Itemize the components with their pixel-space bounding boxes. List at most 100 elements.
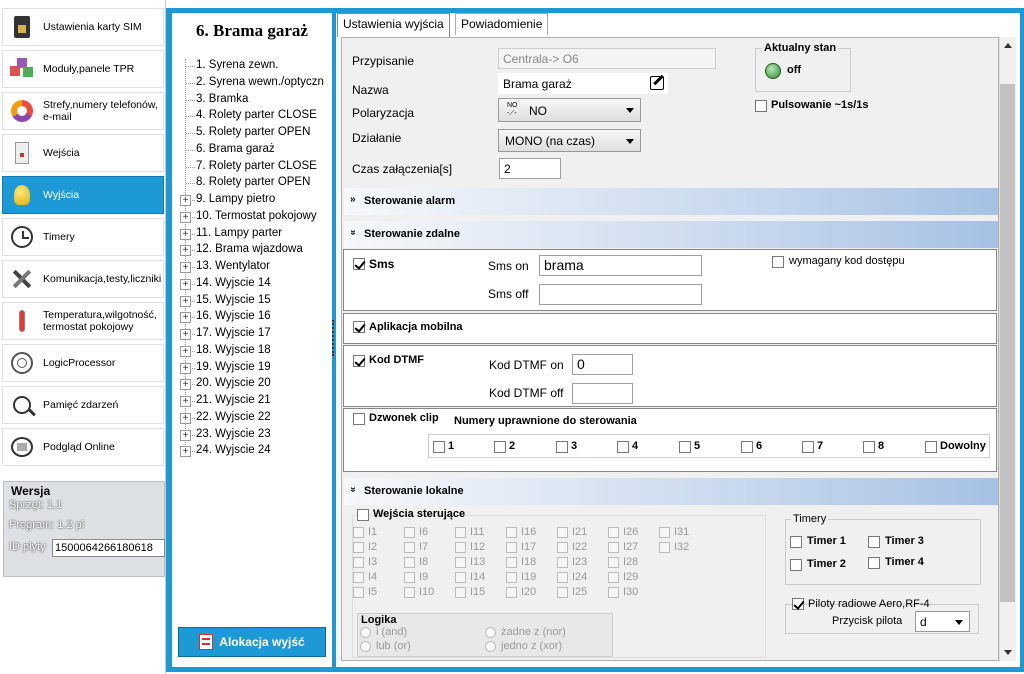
- access-code-checkbox[interactable]: [772, 256, 784, 268]
- nav-item[interactable]: Wejścia: [2, 134, 164, 172]
- nav-item[interactable]: Komunikacja,testy,liczniki: [2, 260, 164, 298]
- tree-item[interactable]: 18. Wyjscie 18: [196, 344, 271, 356]
- scroll-up-icon[interactable]: [1004, 43, 1012, 48]
- expand-icon[interactable]: +: [180, 312, 191, 324]
- tree-item[interactable]: 16. Wyjscie 16: [196, 310, 271, 322]
- expand-icon[interactable]: +: [180, 329, 191, 340]
- nav-item[interactable]: Pamięć zdarzeń: [2, 386, 164, 424]
- splitter-handle[interactable]: [332, 320, 335, 356]
- number-checkbox[interactable]: [863, 441, 875, 453]
- tree-item[interactable]: 14. Wyjscie 14: [196, 277, 271, 289]
- number-checkbox[interactable]: [494, 441, 506, 453]
- board-id-field[interactable]: [52, 539, 165, 557]
- tree-item[interactable]: 6. Brama garaż: [196, 143, 275, 155]
- zones-icon: [9, 98, 35, 124]
- expand-icon[interactable]: +: [180, 278, 191, 290]
- tree-item[interactable]: 20. Wyjscie 20: [196, 377, 271, 389]
- tree-item[interactable]: 21. Wyjscie 21: [196, 394, 271, 406]
- control-input-checkbox: [404, 587, 415, 598]
- local-section-header[interactable]: » Sterowanie lokalne: [344, 478, 998, 505]
- tree-item[interactable]: 15. Wyjscie 15: [196, 294, 271, 306]
- nav-item[interactable]: Moduły,panele TPR: [2, 50, 164, 88]
- expand-icon[interactable]: +: [180, 195, 191, 206]
- nav-item[interactable]: Timery: [2, 218, 164, 256]
- number-checkbox[interactable]: [679, 441, 691, 453]
- time-field[interactable]: 2: [499, 158, 561, 179]
- number-checkbox[interactable]: [925, 441, 937, 453]
- dtmf-on-field[interactable]: 0: [572, 354, 633, 375]
- control-inputs-checkbox[interactable]: [357, 509, 369, 521]
- number-checkbox[interactable]: [802, 441, 814, 453]
- edit-name-icon[interactable]: [650, 74, 664, 90]
- tree-item[interactable]: 13. Wentylator: [196, 260, 270, 272]
- tree-item[interactable]: 17. Wyjscie 17: [196, 327, 271, 339]
- nav-item[interactable]: Wyjścia: [2, 176, 164, 214]
- tree-item[interactable]: 4. Rolety parter CLOSE: [196, 109, 317, 121]
- tree-item[interactable]: 1. Syrena zewn.: [196, 59, 278, 71]
- timer-checkbox[interactable]: [868, 536, 880, 548]
- expand-icon[interactable]: +: [180, 362, 191, 374]
- tree-item[interactable]: 24. Wyjscie 24: [196, 444, 271, 456]
- expand-icon[interactable]: +: [180, 412, 191, 424]
- tab-notification[interactable]: Powiadomienie: [455, 13, 549, 35]
- timers-title: Timery: [791, 513, 829, 525]
- control-input-checkbox: [608, 587, 619, 598]
- dtmf-checkbox[interactable]: [353, 355, 365, 367]
- tree-item[interactable]: 8. Rolety parter OPEN: [196, 176, 310, 188]
- alarm-section-header[interactable]: » Sterowanie alarm: [344, 188, 998, 215]
- nav-item[interactable]: Ustawienia karty SIM: [2, 8, 164, 46]
- timer-checkbox[interactable]: [790, 559, 802, 571]
- expand-icon[interactable]: +: [180, 245, 191, 257]
- nav-item[interactable]: Strefy,numery telefonów, e-mail: [2, 92, 164, 130]
- nav-item[interactable]: Temperatura,wilgotność, termostat pokojo…: [2, 302, 164, 340]
- dtmf-off-field[interactable]: [572, 383, 633, 404]
- expand-icon[interactable]: +: [180, 429, 191, 441]
- mobile-app-checkbox[interactable]: [353, 321, 365, 333]
- number-checkbox[interactable]: [741, 441, 753, 453]
- sms-off-label: Sms off: [488, 287, 529, 301]
- number-label: 6: [756, 440, 763, 452]
- number-checkbox[interactable]: [617, 441, 629, 453]
- expand-icon[interactable]: +: [180, 262, 191, 273]
- tree-item[interactable]: 9. Lampy pietro: [196, 193, 275, 205]
- expand-icon[interactable]: +: [180, 228, 191, 240]
- tree-item[interactable]: 22. Wyjscie 22: [196, 411, 271, 423]
- tree-item[interactable]: 3. Bramka: [196, 93, 248, 105]
- tree-item[interactable]: 5. Rolety parter OPEN: [196, 126, 310, 138]
- tree-item[interactable]: 10. Termostat pokojowy: [196, 210, 317, 222]
- sms-checkbox[interactable]: [353, 258, 365, 270]
- allocation-button[interactable]: Alokacja wyjść: [178, 627, 326, 657]
- tree-item[interactable]: 11. Lampy parter: [196, 227, 282, 239]
- nav-item[interactable]: Podgląd Online: [2, 428, 164, 466]
- pulse-checkbox[interactable]: [755, 100, 767, 112]
- expand-icon[interactable]: +: [180, 211, 191, 223]
- remote-section-header[interactable]: » Sterowanie zdalne: [344, 221, 998, 248]
- remote-button-select[interactable]: d: [915, 611, 970, 632]
- number-checkbox[interactable]: [433, 441, 445, 453]
- tree-item[interactable]: 19. Wyjscie 19: [196, 361, 271, 373]
- nav-item[interactable]: LogicProcessor: [2, 344, 164, 382]
- number-checkbox[interactable]: [556, 441, 568, 453]
- expand-icon[interactable]: +: [180, 379, 191, 391]
- scroll-down-icon[interactable]: [1004, 650, 1012, 655]
- sms-on-field[interactable]: brama: [539, 255, 702, 276]
- timer-checkbox[interactable]: [868, 557, 880, 569]
- tree-item[interactable]: 23. Wyjscie 23: [196, 428, 271, 440]
- timer-checkbox[interactable]: [790, 536, 802, 548]
- tab-output-settings[interactable]: Ustawienia wyjścia: [337, 13, 450, 37]
- remotes-checkbox[interactable]: [792, 598, 804, 610]
- polarity-select[interactable]: NO -⟋- NO: [498, 98, 641, 122]
- tree-item[interactable]: 12. Brama wjazdowa: [196, 243, 303, 255]
- expand-icon[interactable]: +: [180, 345, 191, 357]
- name-field[interactable]: Brama garaż: [498, 73, 668, 94]
- clip-checkbox[interactable]: [353, 413, 365, 425]
- expand-icon[interactable]: +: [180, 446, 191, 458]
- tree-item[interactable]: 7. Rolety parter CLOSE: [196, 160, 317, 172]
- expand-icon[interactable]: +: [180, 295, 191, 307]
- scrollbar-thumb[interactable]: [1000, 84, 1015, 602]
- expand-icon[interactable]: +: [180, 396, 191, 407]
- control-input-checkbox: [557, 542, 568, 553]
- tree-item[interactable]: 2. Syrena wewn./optyczn: [196, 76, 324, 88]
- sms-off-field[interactable]: [539, 284, 702, 305]
- action-select[interactable]: MONO (na czas): [498, 129, 641, 152]
